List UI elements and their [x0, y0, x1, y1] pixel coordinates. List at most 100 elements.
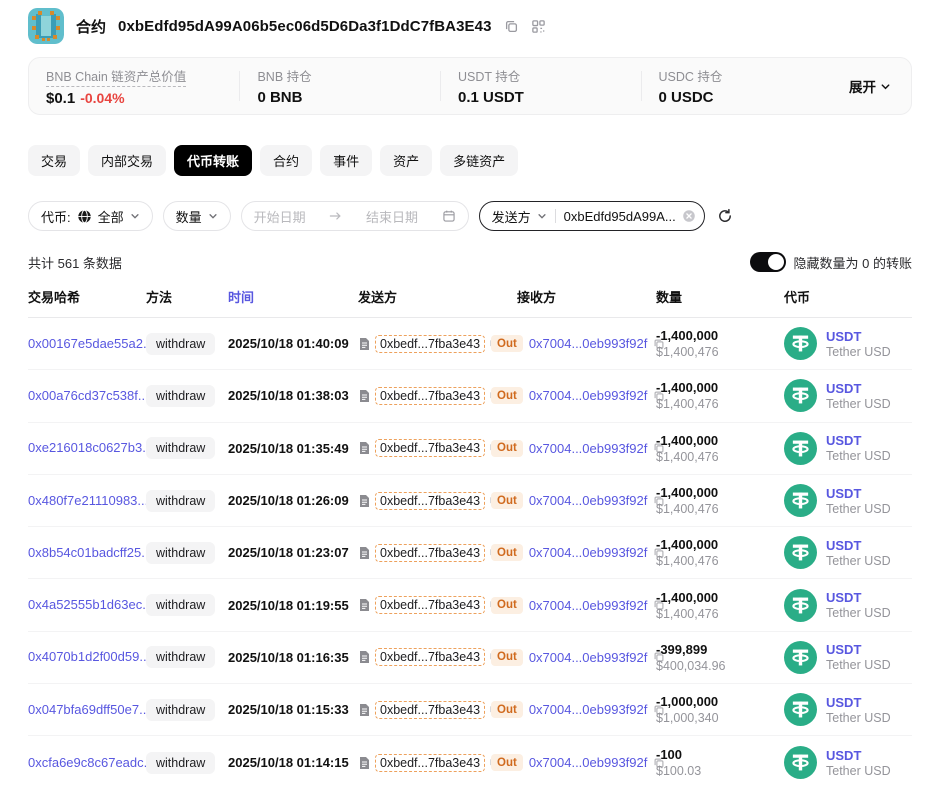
date-range-input[interactable]: 开始日期 结束日期	[241, 201, 469, 231]
tx-time: 2025/10/18 01:16:35	[228, 650, 358, 665]
usd-value: $1,400,476	[656, 345, 784, 359]
token-filter-value: 全部	[98, 207, 124, 226]
address-header: 合约 0xbEdfd95dA99A06b5ec06d5D6Da3f1DdC7fB…	[28, 8, 912, 44]
tx-time: 2025/10/18 01:35:49	[228, 441, 358, 456]
token-symbol-link[interactable]: USDT	[826, 590, 891, 605]
token-symbol-link[interactable]: USDT	[826, 329, 891, 344]
usdt-token-icon	[784, 327, 817, 360]
receiver-address[interactable]: 0x7004...0eb993f92f	[529, 755, 648, 770]
table-row: 0x00a76cd37c538f... withdraw 2025/10/18 …	[28, 370, 912, 422]
usd-value: $1,400,476	[656, 607, 784, 621]
tab-3[interactable]: 合约	[260, 145, 312, 176]
direction-out-badge: Out	[491, 754, 523, 771]
token-symbol-link[interactable]: USDT	[826, 381, 891, 396]
copy-address-icon[interactable]	[504, 19, 519, 34]
token-name: Tether USD	[826, 397, 891, 411]
token-name: Tether USD	[826, 502, 891, 516]
receiver-address[interactable]: 0x7004...0eb993f92f	[529, 598, 648, 613]
tx-hash-link[interactable]: 0xe216018c0627b3...	[28, 440, 153, 455]
clear-filter-icon[interactable]	[682, 209, 696, 223]
tx-time: 2025/10/18 01:14:15	[228, 755, 358, 770]
sender-address[interactable]: 0xbedf...7fba3e43	[375, 492, 485, 510]
qr-code-icon[interactable]	[531, 19, 546, 34]
tx-hash-link[interactable]: 0x4a52555b1d63ec...	[28, 597, 153, 612]
tx-hash-link[interactable]: 0x8b54c01badcff25...	[28, 545, 152, 560]
receiver-address[interactable]: 0x7004...0eb993f92f	[529, 545, 648, 560]
tab-1[interactable]: 内部交易	[88, 145, 166, 176]
token-symbol-link[interactable]: USDT	[826, 538, 891, 553]
refresh-icon[interactable]	[717, 208, 733, 224]
tab-6[interactable]: 多链资产	[440, 145, 518, 176]
receiver-address[interactable]: 0x7004...0eb993f92f	[529, 650, 648, 665]
token-amount: -1,400,000	[656, 485, 784, 500]
stat-usdc-label: USDC 持仓	[659, 70, 723, 84]
stat-bnb-label: BNB 持仓	[257, 70, 311, 84]
token-amount: -1,400,000	[656, 433, 784, 448]
token-symbol-link[interactable]: USDT	[826, 642, 891, 657]
section-tabs: 交易内部交易代币转账合约事件资产多链资产	[28, 145, 912, 176]
stat-total-value: BNB Chain 链资产总价值 $0.1-0.04%	[29, 66, 239, 107]
token-amount: -100	[656, 747, 784, 762]
method-badge: withdraw	[146, 490, 215, 512]
tx-hash-link[interactable]: 0x00167e5dae55a2...	[28, 336, 154, 351]
token-name: Tether USD	[826, 658, 891, 672]
tx-hash-link[interactable]: 0x4070b1d2f00d59...	[28, 649, 150, 664]
sender-address[interactable]: 0xbedf...7fba3e43	[375, 596, 485, 614]
tx-hash-link[interactable]: 0x047bfa69dff50e7...	[28, 702, 150, 717]
usdt-token-icon	[784, 641, 817, 674]
arrow-right-icon	[329, 211, 342, 221]
col-to: 接收方	[491, 287, 656, 306]
expand-button[interactable]: 展开	[849, 76, 891, 96]
tx-hash-link[interactable]: 0x480f7e21110983...	[28, 493, 148, 508]
token-filter[interactable]: 代币: 全部	[28, 201, 153, 231]
contract-file-icon	[358, 756, 371, 770]
amount-filter[interactable]: 数量	[163, 201, 231, 231]
sender-address[interactable]: 0xbedf...7fba3e43	[375, 648, 485, 666]
sender-filter[interactable]: 发送方 0xbEdfd95dA99A...	[479, 201, 705, 231]
token-symbol-link[interactable]: USDT	[826, 486, 891, 501]
token-name: Tether USD	[826, 711, 891, 725]
table-row: 0xe216018c0627b3... withdraw 2025/10/18 …	[28, 423, 912, 475]
tx-hash-link[interactable]: 0x00a76cd37c538f...	[28, 388, 149, 403]
amount-filter-label: 数量	[176, 207, 202, 226]
tab-4[interactable]: 事件	[320, 145, 372, 176]
chevron-down-icon	[537, 211, 547, 221]
receiver-address[interactable]: 0x7004...0eb993f92f	[529, 336, 648, 351]
sender-address[interactable]: 0xbedf...7fba3e43	[375, 754, 485, 772]
tx-hash-link[interactable]: 0xcfa6e9c8c67eadc...	[28, 755, 154, 770]
token-symbol-link[interactable]: USDT	[826, 695, 891, 710]
transfers-table: 0x00167e5dae55a2... withdraw 2025/10/18 …	[28, 318, 912, 788]
receiver-address[interactable]: 0x7004...0eb993f92f	[529, 388, 648, 403]
stat-total-value-label: BNB Chain 链资产总价值	[46, 66, 186, 87]
method-badge: withdraw	[146, 333, 215, 355]
token-amount: -399,899	[656, 642, 784, 657]
contract-file-icon	[358, 389, 371, 403]
tab-5[interactable]: 资产	[380, 145, 432, 176]
sender-address[interactable]: 0xbedf...7fba3e43	[375, 387, 485, 405]
col-tx-hash: 交易哈希	[28, 287, 146, 306]
sender-address[interactable]: 0xbedf...7fba3e43	[375, 544, 485, 562]
token-symbol-link[interactable]: USDT	[826, 748, 891, 763]
col-time[interactable]: 时间	[228, 287, 358, 306]
filter-bar: 代币: 全部 数量 开始日期 结束日期 发送方	[28, 201, 912, 231]
end-date-placeholder: 结束日期	[366, 207, 418, 226]
tx-time: 2025/10/18 01:26:09	[228, 493, 358, 508]
col-token: 代币	[784, 287, 912, 306]
tab-2[interactable]: 代币转账	[174, 145, 252, 176]
portfolio-stats-card: BNB Chain 链资产总价值 $0.1-0.04% BNB 持仓 0 BNB…	[28, 57, 912, 115]
receiver-address[interactable]: 0x7004...0eb993f92f	[529, 702, 648, 717]
tab-0[interactable]: 交易	[28, 145, 80, 176]
sender-address[interactable]: 0xbedf...7fba3e43	[375, 439, 485, 457]
table-header: 交易哈希 方法 时间 发送方 接收方 数量 代币	[28, 287, 912, 318]
receiver-address[interactable]: 0x7004...0eb993f92f	[529, 441, 648, 456]
col-method: 方法	[146, 287, 228, 306]
usdt-token-icon	[784, 589, 817, 622]
receiver-address[interactable]: 0x7004...0eb993f92f	[529, 493, 648, 508]
sender-address[interactable]: 0xbedf...7fba3e43	[375, 335, 485, 353]
sender-address[interactable]: 0xbedf...7fba3e43	[375, 701, 485, 719]
token-symbol-link[interactable]: USDT	[826, 433, 891, 448]
tx-time: 2025/10/18 01:19:55	[228, 598, 358, 613]
hide-zero-toggle[interactable]	[750, 252, 786, 272]
method-badge: withdraw	[146, 437, 215, 459]
direction-out-badge: Out	[491, 387, 523, 404]
